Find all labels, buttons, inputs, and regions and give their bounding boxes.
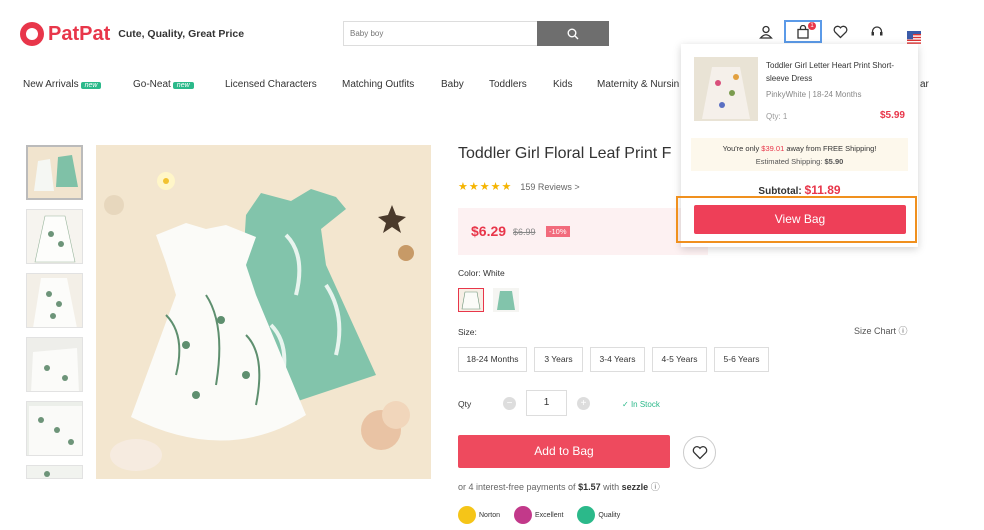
original-price: $6.99 [513, 227, 536, 237]
nav-item-kids[interactable]: Kids [553, 79, 572, 90]
trust-badges: Norton Excellent Quality [458, 506, 634, 524]
norton-badge: Norton [458, 506, 500, 524]
heart-icon [692, 446, 707, 460]
current-price: $6.29 [471, 223, 507, 239]
nav-item-go-neat[interactable]: Go-Neat new [133, 79, 194, 90]
star-icon: ★ [479, 181, 490, 193]
nav-item-maternity[interactable]: Maternity & Nursin [597, 79, 679, 90]
cart-button[interactable]: 1 [784, 20, 822, 43]
thumbnail-6[interactable] [26, 465, 83, 479]
main-product-image[interactable] [96, 145, 431, 479]
star-icon: ★ [458, 181, 468, 193]
nav-item-partial[interactable]: ar [920, 79, 929, 90]
user-icon [759, 25, 773, 39]
subtotal-value: $11.89 [804, 183, 841, 197]
us-flag-icon [907, 30, 921, 44]
headset-icon [871, 26, 883, 36]
cart-item-variant: PinkyWhite | 18-24 Months [766, 90, 862, 99]
account-button[interactable] [754, 20, 778, 44]
logo-text: PatPat [48, 22, 111, 45]
estimated-shipping-value: $5.90 [824, 157, 844, 166]
wishlist-button[interactable] [828, 20, 852, 44]
size-option-3-4-years[interactable]: 3-4 Years [590, 347, 645, 372]
star-icon: ★ [501, 181, 512, 193]
tagline: Cute, Quality, Great Price [118, 28, 245, 40]
search-button[interactable] [537, 21, 609, 46]
patpat-logo[interactable]: PatPat Cute, Quality, Great Price [20, 22, 244, 46]
nav-item-matching-outfits[interactable]: Matching Outfits [342, 79, 414, 90]
size-option-4-5-years[interactable]: 4-5 Years [652, 347, 707, 372]
discount-badge: -10% [546, 226, 570, 237]
size-option-18-24-months[interactable]: 18-24 Months [458, 347, 527, 372]
nav-item-toddlers[interactable]: Toddlers [489, 79, 527, 90]
cart-item-price: $5.99 [879, 110, 905, 121]
cart-item-image[interactable] [694, 57, 758, 121]
search-input[interactable] [343, 21, 537, 46]
free-shipping-notice: You're only $39.01 away from FREE Shippi… [691, 138, 908, 171]
chevron-right-icon: > [574, 181, 580, 192]
cart-subtotal: Subtotal: $11.89 [758, 183, 841, 197]
search-icon [567, 28, 579, 39]
logo-mark-icon [20, 22, 44, 46]
qty-increase-button[interactable]: + [577, 397, 590, 410]
star-icon: ★ [468, 181, 479, 193]
info-icon[interactable]: ⓘ [651, 482, 660, 492]
quality-check-icon [577, 506, 596, 524]
search-bar [343, 21, 609, 46]
star-icon: ★ [490, 181, 501, 193]
color-swatch-green[interactable] [493, 288, 519, 312]
norton-check-icon [458, 506, 476, 524]
support-button[interactable] [865, 20, 889, 44]
award-icon [514, 506, 533, 524]
region-selector[interactable] [902, 20, 926, 44]
cart-item-qty: Qty: 1 [766, 112, 788, 121]
nav-item-new-arrivals[interactable]: New Arrivals new [23, 79, 102, 90]
thumbnail-5[interactable] [26, 401, 83, 456]
new-tag: new [172, 82, 194, 89]
product-title: Toddler Girl Floral Leaf Print F [458, 145, 672, 162]
size-chart-link[interactable]: Size Chart ⓘ [854, 324, 908, 337]
stock-status: ✓ In Stock [622, 400, 660, 409]
heart-icon [833, 25, 847, 39]
info-icon: ⓘ [898, 326, 908, 336]
size-label: Size: [458, 327, 477, 337]
price-box: $6.29 $6.99 -10% [458, 208, 708, 255]
cart-item-name[interactable]: Toddler Girl Letter Heart Print Short-sl… [766, 59, 906, 85]
thumbnail-3[interactable] [26, 273, 83, 328]
header-icons: 1 [754, 20, 939, 44]
thumbnail-list [26, 145, 83, 488]
shipping-remaining-amount: $39.01 [761, 144, 785, 153]
reviews-link[interactable]: 159 Reviews > [520, 182, 579, 192]
thumbnail-4[interactable] [26, 337, 83, 392]
color-swatch-white[interactable] [458, 288, 484, 312]
qty-decrease-button[interactable]: − [503, 397, 516, 410]
qty-input[interactable]: 1 [526, 390, 567, 416]
nav-item-baby[interactable]: Baby [441, 79, 464, 90]
cart-count-badge: 1 [808, 22, 816, 30]
sezzle-logo: sezzle [621, 482, 649, 492]
size-option-3-years[interactable]: 3 Years [534, 347, 583, 372]
add-to-bag-button[interactable]: Add to Bag [458, 435, 670, 468]
qty-label: Qty [458, 399, 472, 409]
view-bag-button[interactable]: View Bag [694, 205, 906, 234]
excellent-badge: Excellent [514, 506, 563, 524]
installments-info: or 4 interest-free payments of $1.57 wit… [458, 482, 660, 492]
new-tag: new [80, 82, 102, 89]
installment-amount: $1.57 [578, 482, 601, 492]
color-label: Color: White [458, 268, 505, 278]
rating-row: ★ ★ ★ ★ ★ 159 Reviews > [458, 180, 580, 193]
add-to-wishlist-button[interactable] [683, 436, 716, 469]
size-option-5-6-years[interactable]: 5-6 Years [714, 347, 769, 372]
check-icon: ✓ [622, 400, 629, 409]
thumbnail-2[interactable] [26, 209, 83, 264]
thumbnail-1[interactable] [26, 145, 83, 200]
quality-badge: Quality [577, 506, 620, 524]
nav-item-licensed-characters[interactable]: Licensed Characters [225, 79, 317, 90]
